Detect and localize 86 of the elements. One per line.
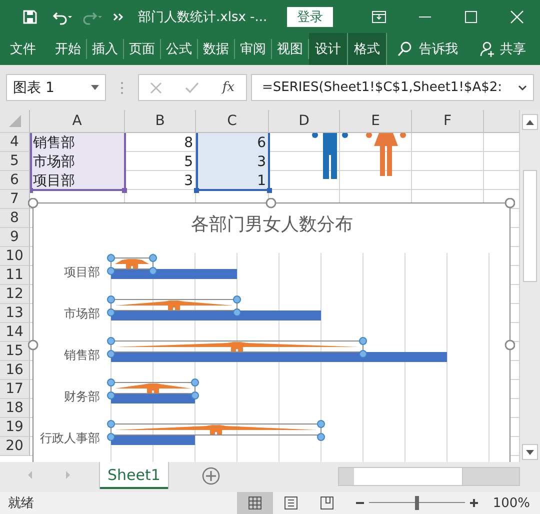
share-button[interactable]: 共享 [500,40,526,58]
woman-figure-icon [366,133,406,176]
chart-title: 各部门男女人数分布 [191,214,353,235]
scrollbar-thumb[interactable] [523,170,537,282]
ribbon-tab[interactable]: 数据 [198,39,235,59]
ribbon-tab[interactable]: 开始 [50,39,87,59]
ribbon-tab[interactable]: 格式 [348,33,387,65]
page-icon [284,496,298,510]
ribbon-tab[interactable]: 设计 [309,33,348,65]
table-cell-text: 3 [183,172,194,190]
selection-frame[interactable] [107,420,325,441]
login-button[interactable]: 登录 [287,6,334,26]
row-header[interactable]: 4 [0,133,30,152]
ribbon-tab[interactable]: 公式 [161,39,198,59]
up-arrow-icon [526,120,534,124]
row-header[interactable]: 7 [0,190,30,209]
zoom-slider[interactable] [368,496,465,510]
ribbon-tab[interactable]: 文件 [0,39,50,59]
figure-icon [115,384,191,394]
ribbon-tab[interactable]: 页面 [124,39,161,59]
selection-frame[interactable] [107,378,199,400]
table-cell: 销售部 [30,133,125,152]
row-header[interactable]: 16 [0,361,30,380]
row-header[interactable]: 20 [0,437,30,456]
row-header[interactable]: 8 [0,209,30,228]
category-label: 项目部 [64,265,100,279]
row-header[interactable]: 19 [0,418,30,437]
save-icon[interactable] [22,8,38,24]
category-label: 市场部 [64,306,100,320]
category-label: 销售部 [64,348,100,362]
scroll-up-button[interactable] [522,114,538,130]
row-header[interactable]: 6 [0,171,30,190]
column-header[interactable]: F [412,110,484,133]
row-header[interactable]: 18 [0,399,30,418]
row-header[interactable]: 13 [0,304,30,323]
figure-icon [115,300,233,310]
name-box[interactable]: 图表 1 [6,74,106,101]
row-header[interactable]: 10 [0,247,30,266]
view-button[interactable] [236,492,273,514]
ribbon-display-icon[interactable] [371,8,387,24]
horizontal-scrollbar[interactable] [338,467,520,486]
tell-me-link[interactable]: 告诉我 [419,40,458,58]
close-icon[interactable] [509,8,525,24]
grid-icon [248,496,262,510]
table-cell: 3 [196,152,269,171]
maximize-icon[interactable] [463,8,479,24]
insert-function-button[interactable]: fx [222,80,234,95]
sheet-tab[interactable]: Sheet1 [100,462,168,489]
add-sheet-icon[interactable] [202,467,220,485]
formula-field[interactable]: =SERIES(Sheet1!$C$1,Sheet1!$A$2: [251,74,534,101]
search-icon[interactable] [397,41,413,57]
zoom-level[interactable]: 100% [492,496,530,510]
man-figure-icon [312,133,348,179]
selection-frame[interactable] [107,296,241,316]
person-add-icon[interactable] [480,41,496,57]
table-cell: 6 [196,133,269,152]
selection-frame[interactable] [107,337,367,358]
row-header[interactable]: 9 [0,228,30,247]
status-text: 就绪 [8,495,34,512]
grip-icon [120,80,124,94]
category-label: 财务部 [64,390,100,404]
window-title: 部门人数统计.xlsx -... [138,8,268,26]
column-header[interactable]: B [125,110,196,133]
row-header[interactable]: 15 [0,342,30,361]
scroll-down-button[interactable] [522,444,538,460]
table-cell: 1 [196,171,269,190]
figure-icon [115,259,149,269]
row-header[interactable]: 17 [0,380,30,399]
table-cell: 项目部 [30,171,125,190]
selection-frame[interactable] [107,254,157,275]
down-arrow-icon [526,450,534,454]
row-header[interactable]: 11 [0,266,30,285]
expand-icon[interactable] [518,84,527,90]
row-header[interactable]: 12 [0,285,30,304]
page-break-icon [320,496,334,510]
dropdown-icon[interactable] [91,85,99,90]
row-header[interactable]: 14 [0,323,30,342]
table-cell-text: 5 [183,152,194,171]
table-cell: 市场部 [30,152,125,171]
category-label: 行政人事部 [40,431,100,445]
table-cell-text: 8 [183,134,194,152]
slider-thumb[interactable] [414,496,419,510]
zoom-in-icon[interactable] [468,498,479,508]
ribbon-tab[interactable]: 审阅 [235,39,272,59]
row-header[interactable]: 5 [0,152,30,171]
ribbon-tab[interactable]: 插入 [87,39,124,59]
